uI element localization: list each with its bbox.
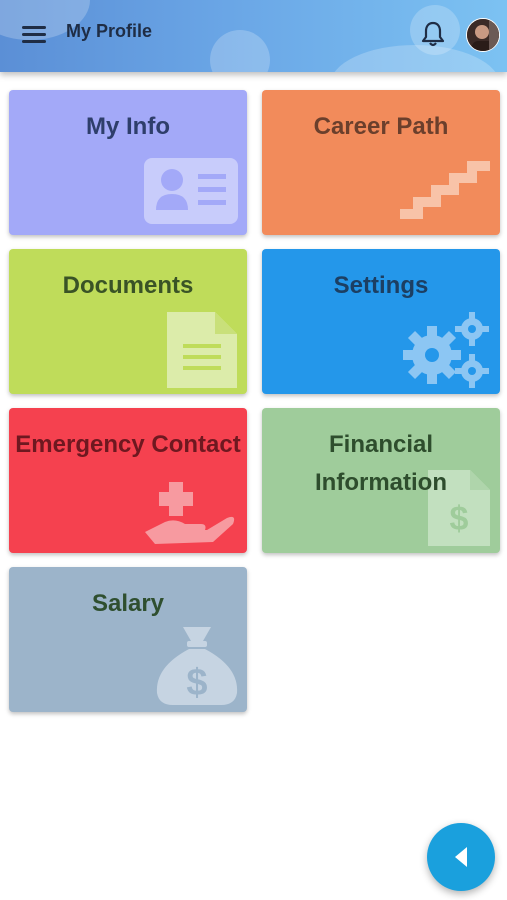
tile-documents[interactable]: Documents [9, 249, 247, 394]
tile-settings[interactable]: Settings [262, 249, 500, 394]
caret-left-icon [455, 847, 467, 867]
page-title: My Profile [66, 21, 153, 41]
tile-career-path[interactable]: Career Path [262, 90, 500, 235]
tile-label: Settings [333, 272, 429, 299]
hand-medical-icon [145, 472, 237, 553]
stairs-icon [400, 156, 492, 229]
app-header: My Profile [0, 0, 507, 72]
svg-text:$: $ [450, 500, 469, 538]
tile-financial-information[interactable]: $ Financial Information [262, 408, 500, 553]
tile-label: Salary [91, 590, 165, 617]
money-bag-icon: $ [155, 627, 239, 712]
back-fab-button[interactable] [427, 823, 495, 891]
tile-label: Emergency Contact [15, 431, 241, 458]
tile-label: Financial Information [315, 431, 447, 496]
header-decoration [210, 30, 270, 72]
user-avatar[interactable] [466, 18, 500, 52]
document-icon [167, 312, 237, 393]
gears-icon [402, 311, 492, 394]
tile-my-info[interactable]: My Info [9, 90, 247, 235]
hamburger-menu-icon[interactable] [22, 24, 48, 44]
tile-label: Career Path [313, 113, 449, 140]
tile-label: Documents [62, 272, 194, 299]
tile-salary[interactable]: Salary $ [9, 567, 247, 712]
bell-icon[interactable] [420, 20, 446, 48]
id-card-icon [144, 158, 238, 229]
tile-label: My Info [86, 113, 170, 140]
tile-emergency-contact[interactable]: Emergency Contact [9, 408, 247, 553]
svg-text:$: $ [186, 662, 207, 704]
